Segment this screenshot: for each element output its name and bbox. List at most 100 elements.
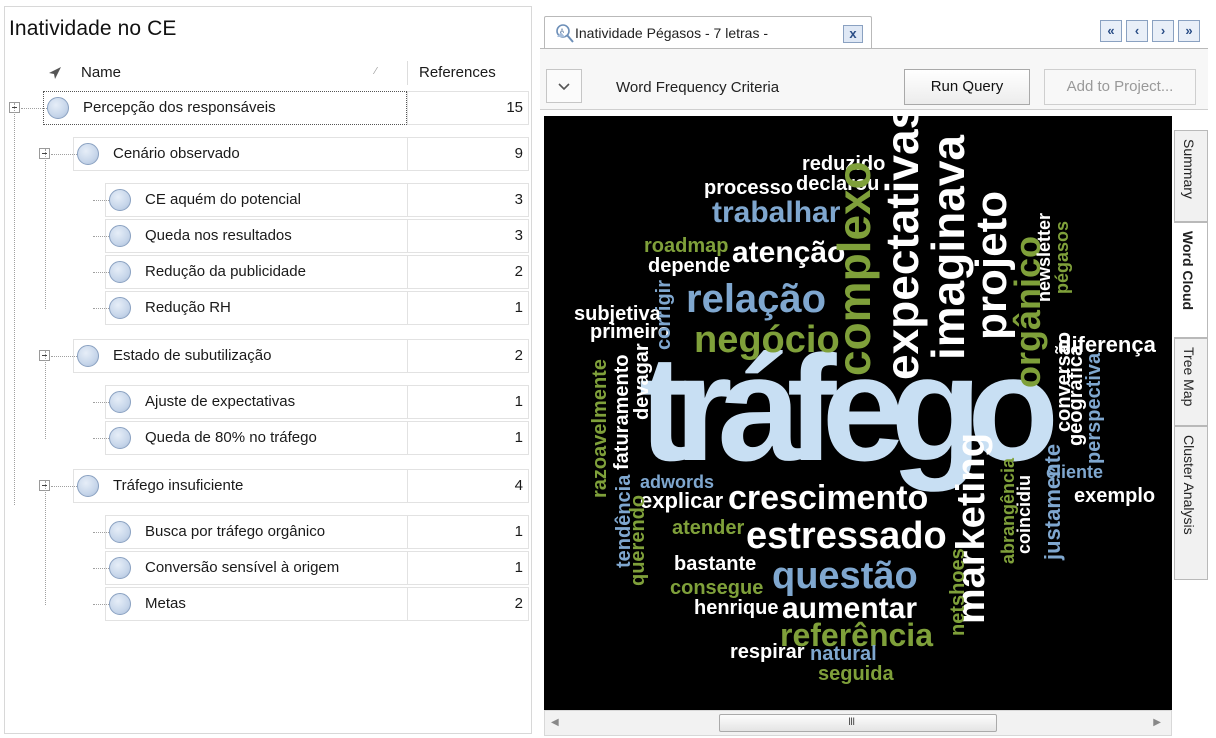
cloud-word[interactable]: negócio — [694, 319, 840, 361]
references-cell[interactable] — [407, 339, 529, 373]
criteria-toggle-button[interactable] — [546, 69, 582, 103]
tree-row[interactable]: Metas 2 — [5, 587, 531, 621]
references-cell[interactable] — [407, 385, 529, 419]
document-tab[interactable]: A Inatividade Pégasos - 7 letras - x — [544, 16, 872, 48]
reference-count: 3 — [514, 227, 523, 244]
cloud-word[interactable]: coincidiu — [1014, 475, 1034, 554]
cloud-word[interactable]: faturamento — [611, 354, 633, 470]
sort-indicator-icon: ⁄ — [375, 66, 377, 77]
references-cell[interactable] — [407, 587, 529, 621]
column-divider[interactable] — [407, 61, 408, 85]
cloud-word[interactable]: exemplo — [1074, 485, 1155, 507]
references-cell[interactable] — [407, 183, 529, 217]
references-cell[interactable] — [407, 515, 529, 549]
tab-summary[interactable]: Summary — [1174, 130, 1208, 222]
cloud-word[interactable]: expectativas — [876, 116, 928, 380]
tree-row[interactable]: CE aquém do potencial 3 — [5, 183, 531, 217]
cloud-word[interactable]: netshoes — [947, 548, 969, 636]
references-cell[interactable] — [407, 469, 529, 503]
cloud-word[interactable]: bastante — [674, 553, 756, 575]
references-cell[interactable] — [407, 551, 529, 585]
tree-row[interactable]: Conversão sensível à origem 1 — [5, 551, 531, 585]
cloud-word[interactable]: consegue — [670, 577, 763, 599]
cloud-word[interactable]: complexo — [828, 161, 880, 376]
reference-count: 2 — [514, 347, 523, 364]
chevron-down-icon — [558, 83, 570, 91]
previous-tab-button[interactable]: ‹ — [1126, 20, 1148, 42]
next-tab-button[interactable]: › — [1152, 20, 1174, 42]
query-results-panel: A Inatividade Pégasos - 7 letras - x « ‹… — [540, 6, 1212, 738]
cloud-word[interactable]: pégasos — [1052, 221, 1072, 294]
tree-row[interactable]: Queda nos resultados 3 — [5, 219, 531, 253]
references-cell[interactable] — [407, 291, 529, 325]
tree-connector — [93, 604, 109, 605]
tree-row[interactable]: Cenário observado 9 — [5, 137, 531, 171]
cloud-word[interactable]: justamente — [1040, 444, 1065, 561]
word-frequency-query-icon: A — [556, 24, 574, 43]
scroll-right-icon[interactable]: ▶ — [1153, 717, 1161, 728]
cloud-word[interactable]: henrique — [694, 597, 778, 619]
cloud-word[interactable]: respirar — [730, 641, 805, 663]
reference-count: 1 — [514, 393, 523, 410]
column-references-header[interactable]: References — [419, 64, 496, 81]
cloud-word[interactable]: newsletter — [1034, 213, 1054, 302]
tree-row[interactable]: Estado de subutilização 2 — [5, 339, 531, 373]
node-label: Tráfego insuficiente — [113, 477, 244, 494]
tree-row[interactable]: Redução RH 1 — [5, 291, 531, 325]
tab-summary-label: Summary — [1181, 139, 1197, 199]
reference-count: 1 — [514, 559, 523, 576]
scrollbar-thumb[interactable]: III — [719, 714, 997, 732]
reference-count: 1 — [514, 429, 523, 446]
cloud-word[interactable]: perspectiva — [1083, 352, 1105, 464]
tree-connector — [45, 351, 46, 439]
cloud-word[interactable]: seguida — [818, 663, 894, 685]
tab-tree-map-label: Tree Map — [1181, 347, 1197, 407]
word-cloud: tráfegocrescimentoestressadoquestãoaumen… — [574, 116, 1157, 685]
column-name-header[interactable]: Name — [81, 64, 121, 81]
cloud-word[interactable]: natural — [810, 643, 877, 665]
word-cloud-view: tráfego crescimento estressado questão aumen… — [544, 116, 1172, 710]
first-tab-button[interactable]: « — [1100, 20, 1122, 42]
tree-row[interactable]: Percepção dos responsáveis 15 — [5, 91, 531, 125]
cloud-word[interactable]: roadmap — [644, 235, 728, 257]
tree-row[interactable]: Tráfego insuficiente 4 — [5, 469, 531, 503]
pin-icon[interactable] — [47, 65, 63, 81]
last-tab-button[interactable]: » — [1178, 20, 1200, 42]
scrollbar-grip: III — [848, 716, 855, 728]
tree-row[interactable]: Busca por tráfego orgânico 1 — [5, 515, 531, 549]
add-to-project-button[interactable]: Add to Project... — [1044, 69, 1196, 105]
cloud-word[interactable]: processo — [704, 177, 793, 199]
cloud-word[interactable]: explicar — [640, 488, 724, 513]
cloud-word[interactable]: razoavelmente — [589, 359, 611, 498]
node-icon — [77, 475, 99, 497]
scroll-left-icon[interactable]: ◀ — [551, 717, 559, 728]
node-icon — [77, 143, 99, 165]
cloud-word[interactable]: atender — [672, 517, 744, 539]
cloud-word[interactable]: crescimento — [728, 479, 928, 517]
cloud-word[interactable]: relação — [686, 277, 826, 321]
tree-row[interactable]: Redução da publicidade 2 — [5, 255, 531, 289]
cloud-word[interactable]: querendo — [627, 495, 649, 586]
references-cell[interactable] — [407, 137, 529, 171]
tab-cluster-analysis[interactable]: Cluster Analysis — [1174, 426, 1208, 580]
horizontal-scrollbar[interactable]: ◀ III ▶ — [544, 710, 1172, 736]
node-icon — [109, 521, 131, 543]
tab-close-button[interactable]: x — [843, 25, 863, 43]
references-cell[interactable] — [407, 421, 529, 455]
cloud-word[interactable]: corrigir — [653, 280, 675, 350]
tree-row[interactable]: Queda de 80% no tráfego 1 — [5, 421, 531, 455]
tab-word-cloud[interactable]: Word Cloud — [1174, 222, 1208, 338]
node-icon — [109, 189, 131, 211]
cloud-word[interactable]: questão — [772, 555, 918, 597]
tree-connector — [93, 438, 109, 439]
cloud-word[interactable]: depende — [648, 255, 730, 277]
cloud-word[interactable]: devagar — [631, 343, 653, 420]
tab-tree-map[interactable]: Tree Map — [1174, 338, 1208, 426]
cloud-word[interactable]: trabalhar — [712, 196, 841, 229]
tree-row[interactable]: Ajuste de expectativas 1 — [5, 385, 531, 419]
run-query-button[interactable]: Run Query — [904, 69, 1030, 105]
references-cell[interactable] — [407, 219, 529, 253]
cloud-word[interactable]: estressado — [746, 515, 947, 557]
references-cell[interactable] — [407, 255, 529, 289]
tree-connector — [51, 486, 77, 487]
